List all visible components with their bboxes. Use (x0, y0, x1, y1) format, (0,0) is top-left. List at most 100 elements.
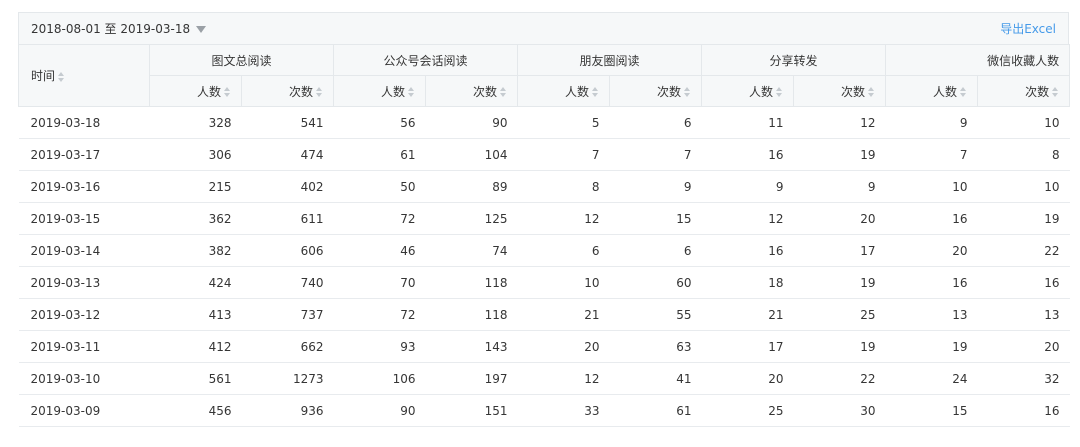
sort-icon (684, 87, 691, 97)
group-header-session-read: 公众号会话阅读 (333, 44, 519, 76)
sub-header-count[interactable]: 次数 (240, 75, 335, 107)
row-date: 2019-03-16 (18, 170, 150, 203)
group-header-total-read: 图文总阅读 (148, 44, 335, 76)
cell-value: 55 (609, 298, 702, 331)
sub-header-label: 次数 (657, 84, 682, 99)
row-date: 2019-03-10 (18, 362, 150, 395)
cell-value: 41 (609, 362, 702, 395)
cell-value: 22 (793, 362, 886, 395)
cell-value: 104 (425, 138, 518, 171)
cell-value: 9 (609, 170, 702, 203)
table-row: 2019-03-12 413 737 72 118 21 55 21 25 13 13 (18, 298, 1070, 331)
row-date: 2019-03-14 (18, 234, 150, 267)
sub-header-people[interactable]: 人数 (885, 75, 979, 107)
cell-value: 10 (977, 170, 1070, 203)
table-row: 2019-03-11 412 662 93 143 20 63 17 19 19 20 (18, 330, 1070, 363)
cell-value: 10 (517, 266, 610, 299)
cell-value: 16 (885, 202, 978, 235)
cell-value: 25 (793, 298, 886, 331)
cell-value: 25 (701, 394, 794, 427)
cell-value: 19 (885, 330, 978, 363)
sub-header-count[interactable]: 次数 (425, 75, 519, 107)
cell-value: 20 (701, 362, 794, 395)
group-header-moments-read: 朋友圈阅读 (517, 44, 703, 76)
table-row: 2019-03-17 306 474 61 104 7 7 16 19 7 8 (18, 138, 1070, 171)
sub-header-label: 人数 (749, 84, 774, 99)
table-row: 2019-03-15 362 611 72 125 12 15 12 20 16 19 (18, 202, 1070, 235)
table-row: 2019-03-09 456 936 90 151 33 61 25 30 15 16 (18, 394, 1070, 427)
cell-value: 8 (977, 138, 1070, 171)
cell-value: 13 (977, 298, 1070, 331)
cell-value: 12 (517, 362, 610, 395)
cell-value: 10 (977, 106, 1070, 139)
cell-value: 106 (333, 362, 426, 395)
sub-header-people[interactable]: 人数 (701, 75, 795, 107)
cell-value: 8 (517, 170, 610, 203)
cell-value: 16 (885, 266, 978, 299)
cell-value: 17 (701, 330, 794, 363)
cell-value: 197 (425, 362, 518, 395)
cell-value: 6 (609, 234, 702, 267)
toolbar: 2018-08-01 至 2019-03-18 导出Excel (18, 12, 1069, 44)
time-column-header[interactable]: 时间 (18, 44, 150, 107)
sub-header-count[interactable]: 次数 (793, 75, 887, 107)
sort-icon (500, 87, 507, 97)
cell-value: 7 (609, 138, 702, 171)
cell-value: 12 (701, 202, 794, 235)
cell-value: 306 (149, 138, 242, 171)
sub-header-count[interactable]: 次数 (609, 75, 703, 107)
cell-value: 6 (609, 106, 702, 139)
sort-icon (408, 87, 415, 97)
cell-value: 17 (793, 234, 886, 267)
cell-value: 12 (517, 202, 610, 235)
header-sub-row: 人数 次数 人数 次数 人数 次数 人数 次数 人数 次数 (19, 75, 1071, 107)
cell-value: 72 (333, 298, 426, 331)
row-date: 2019-03-17 (18, 138, 150, 171)
cell-value: 32 (977, 362, 1070, 395)
cell-value: 740 (241, 266, 334, 299)
sort-icon (1052, 87, 1059, 97)
sub-header-label: 人数 (196, 84, 221, 99)
row-date: 2019-03-18 (18, 106, 150, 139)
date-range-label: 2018-08-01 至 2019-03-18 (31, 22, 191, 36)
date-range-picker[interactable]: 2018-08-01 至 2019-03-18 (31, 20, 207, 37)
cell-value: 561 (149, 362, 242, 395)
sub-header-count[interactable]: 次数 (977, 75, 1071, 107)
cell-value: 60 (609, 266, 702, 299)
stats-panel: 2018-08-01 至 2019-03-18 导出Excel 时间 图文总阅读… (18, 12, 1071, 427)
export-excel-link[interactable]: 导出Excel (1000, 20, 1056, 37)
cell-value: 9 (793, 170, 886, 203)
cell-value: 18 (701, 266, 794, 299)
cell-value: 474 (241, 138, 334, 171)
cell-value: 936 (241, 394, 334, 427)
cell-value: 1273 (241, 362, 334, 395)
sub-header-people[interactable]: 人数 (333, 75, 427, 107)
cell-value: 16 (977, 394, 1070, 427)
sub-header-people[interactable]: 人数 (517, 75, 611, 107)
cell-value: 15 (885, 394, 978, 427)
sub-header-people[interactable]: 人数 (149, 75, 242, 107)
cell-value: 16 (701, 138, 794, 171)
cell-value: 611 (241, 202, 334, 235)
cell-value: 11 (701, 106, 794, 139)
cell-value: 6 (517, 234, 610, 267)
cell-value: 328 (149, 106, 242, 139)
cell-value: 606 (241, 234, 334, 267)
table-row: 2019-03-13 424 740 70 118 10 60 18 19 16 16 (18, 266, 1070, 299)
sub-header-label: 人数 (933, 84, 958, 99)
cell-value: 90 (425, 106, 518, 139)
header-group-row: 时间 图文总阅读 公众号会话阅读 朋友圈阅读 分享转发 微信收藏人数 (18, 44, 1071, 107)
cell-value: 72 (333, 202, 426, 235)
sort-icon (776, 87, 783, 97)
table-row: 2019-03-10 561 1273 106 197 12 41 20 22 24 32 (18, 362, 1070, 395)
sort-icon (316, 87, 323, 97)
sort-icon (868, 87, 875, 97)
cell-value: 22 (977, 234, 1070, 267)
cell-value: 19 (793, 138, 886, 171)
cell-value: 412 (149, 330, 242, 363)
sort-icon (960, 87, 967, 97)
cell-value: 89 (425, 170, 518, 203)
row-date: 2019-03-13 (18, 266, 150, 299)
cell-value: 50 (333, 170, 426, 203)
table-row: 2019-03-18 328 541 56 90 5 6 11 12 9 10 (18, 106, 1070, 139)
